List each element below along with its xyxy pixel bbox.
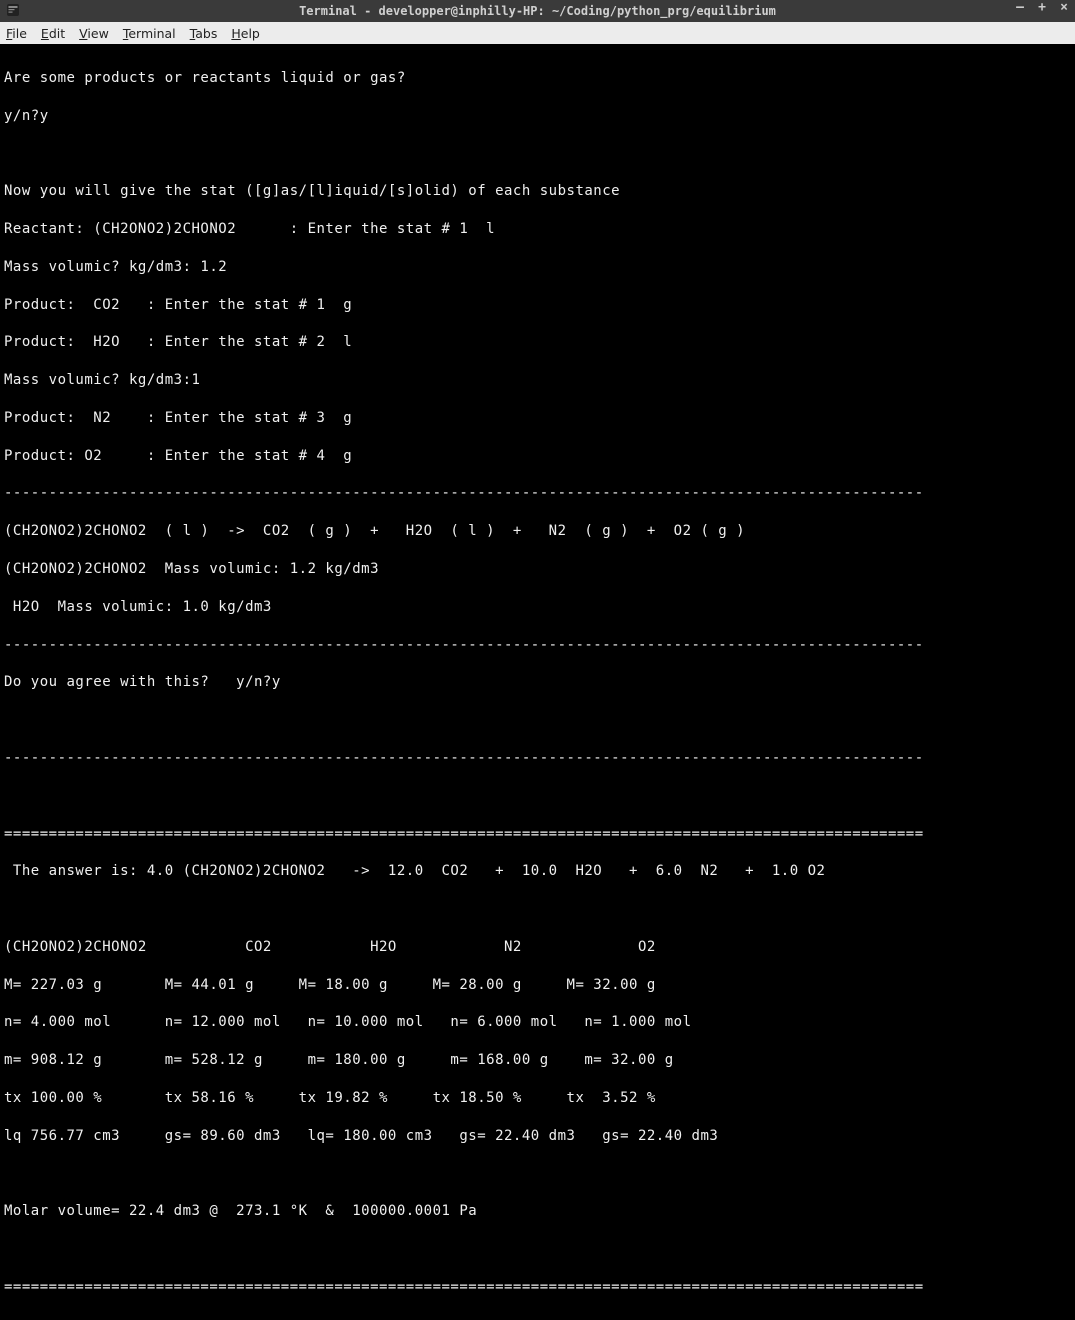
term-line: Mass volumic? kg/dm3:1 [4, 371, 1071, 390]
term-line: Reactant: (CH2ONO2)2CHONO2 : Enter the s… [4, 220, 1071, 239]
term-line: Are some products or reactants liquid or… [4, 69, 1071, 88]
term-line [4, 787, 1071, 806]
term-line: ========================================… [4, 825, 1071, 844]
window-title: Terminal - developper@inphilly-HP: ~/Cod… [299, 4, 776, 18]
term-line: ========================================… [4, 1278, 1071, 1297]
term-line: Now you will give the stat ([g]as/[l]iqu… [4, 182, 1071, 201]
term-line: Product: CO2 : Enter the stat # 1 g [4, 296, 1071, 315]
term-line: m= 908.12 g m= 528.12 g m= 180.00 g m= 1… [4, 1051, 1071, 1070]
minimize-button[interactable]: – [1013, 0, 1027, 15]
term-line: ----------------------------------------… [4, 636, 1071, 655]
term-line [4, 1240, 1071, 1259]
term-line: Mass volumic? kg/dm3: 1.2 [4, 258, 1071, 277]
term-line: Product: N2 : Enter the stat # 3 g [4, 409, 1071, 428]
menubar: File Edit View Terminal Tabs Help [0, 22, 1075, 44]
term-line [4, 144, 1071, 163]
term-line: ----------------------------------------… [4, 749, 1071, 768]
menu-edit[interactable]: Edit [41, 26, 65, 41]
window-titlebar: Terminal - developper@inphilly-HP: ~/Cod… [0, 0, 1075, 22]
term-line: Product: O2 : Enter the stat # 4 g [4, 447, 1071, 466]
term-line: (CH2ONO2)2CHONO2 CO2 H2O N2 O2 [4, 938, 1071, 957]
close-button[interactable]: × [1057, 0, 1071, 15]
term-line: ----------------------------------------… [4, 484, 1071, 503]
term-line: tx 100.00 % tx 58.16 % tx 19.82 % tx 18.… [4, 1089, 1071, 1108]
term-line: The answer is: 4.0 (CH2ONO2)2CHONO2 -> 1… [4, 862, 1071, 881]
maximize-button[interactable]: + [1035, 0, 1049, 15]
term-line [4, 711, 1071, 730]
term-line: M= 227.03 g M= 44.01 g M= 18.00 g M= 28.… [4, 976, 1071, 995]
menu-view[interactable]: View [79, 26, 109, 41]
term-line: Molar volume= 22.4 dm3 @ 273.1 °K & 1000… [4, 1202, 1071, 1221]
menu-file[interactable]: File [6, 26, 27, 41]
menu-tabs[interactable]: Tabs [190, 26, 218, 41]
term-line [4, 900, 1071, 919]
term-line [4, 1165, 1071, 1184]
terminal-output[interactable]: Are some products or reactants liquid or… [0, 44, 1075, 1320]
term-line: y/n?y [4, 107, 1071, 126]
term-line: (CH2ONO2)2CHONO2 ( l ) -> CO2 ( g ) + H2… [4, 522, 1071, 541]
window-controls: – + × [1013, 0, 1071, 15]
term-line: lq 756.77 cm3 gs= 89.60 dm3 lq= 180.00 c… [4, 1127, 1071, 1146]
term-line: Do you agree with this? y/n?y [4, 673, 1071, 692]
term-line: (CH2ONO2)2CHONO2 Mass volumic: 1.2 kg/dm… [4, 560, 1071, 579]
app-icon [6, 3, 20, 17]
menu-terminal[interactable]: Terminal [123, 26, 176, 41]
term-line: Product: H2O : Enter the stat # 2 l [4, 333, 1071, 352]
menu-help[interactable]: Help [231, 26, 260, 41]
term-line: H2O Mass volumic: 1.0 kg/dm3 [4, 598, 1071, 617]
term-line: n= 4.000 mol n= 12.000 mol n= 10.000 mol… [4, 1013, 1071, 1032]
